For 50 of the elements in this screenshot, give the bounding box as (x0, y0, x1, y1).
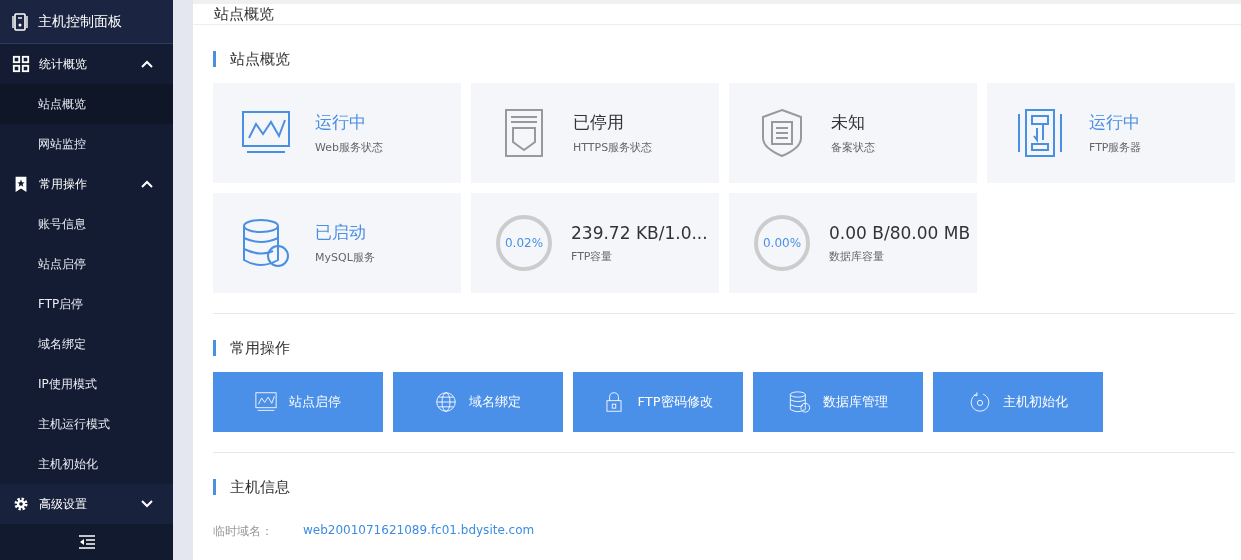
usage-ring (753, 214, 811, 272)
collapse-menu-icon[interactable] (77, 535, 96, 549)
menu-item[interactable]: IP使用模式 (0, 364, 173, 404)
menu-item[interactable]: 网站监控 (0, 124, 173, 164)
page-title: 站点概览 (193, 0, 1241, 25)
usage-ring (495, 214, 553, 272)
menu-group[interactable]: 统计概览 (0, 44, 173, 84)
status-value: 239.72 KB/1.0... (571, 222, 708, 243)
status-label: MySQL服务 (315, 250, 375, 265)
grid-icon (12, 55, 30, 73)
chevron-icon (141, 60, 153, 68)
status-label: HTTPS服务状态 (573, 140, 653, 155)
menu-item[interactable]: 主机运行模式 (0, 404, 173, 444)
status-value: 运行中 (315, 111, 367, 134)
section-title: 常用操作 (213, 340, 1235, 356)
usage-percent: 0.00% (762, 236, 802, 250)
server-transfer-icon (1015, 108, 1065, 158)
section-title: 站点概览 (213, 51, 1235, 67)
globe-icon (435, 391, 457, 413)
status-label: FTP容量 (571, 248, 614, 264)
section-title: 主机信息 (213, 479, 1235, 495)
chevron-icon (141, 500, 153, 508)
chart-monitor-icon (255, 391, 277, 413)
panel-title: 主机控制面板 (38, 12, 122, 31)
settings-icon (12, 495, 30, 513)
info-label: 临时域名： (213, 523, 274, 540)
status-label: FTP服务器 (1089, 140, 1142, 155)
menu-item[interactable]: 主机初始化 (0, 444, 173, 484)
status-label: 数据库容量 (829, 248, 885, 264)
menu-group[interactable]: 高级设置 (0, 484, 173, 524)
status-value: 未知 (831, 111, 866, 134)
status-value: 已停用 (573, 111, 625, 134)
menu-item[interactable]: 站点启停 (0, 244, 173, 284)
status-value: 已启动 (315, 221, 367, 244)
database-icon (241, 218, 291, 268)
domain-link[interactable]: web2001071621089.fc01.bdysite.com (303, 523, 535, 540)
chevron-icon (141, 180, 153, 188)
status-value: 运行中 (1089, 111, 1141, 134)
menu-item[interactable]: 站点概览 (0, 84, 173, 124)
status-label: 备案状态 (831, 140, 875, 155)
database-icon (788, 391, 811, 413)
reset-icon (968, 391, 991, 413)
status-value: 0.00 B/80.00 MB (829, 222, 971, 243)
status-label: Web服务状态 (315, 140, 383, 155)
menu-group[interactable]: 常用操作 (0, 164, 173, 204)
usage-percent: 0.02% (504, 236, 544, 250)
server-icon (12, 12, 28, 31)
menu-item[interactable]: 域名绑定 (0, 324, 173, 364)
menu-item[interactable]: 账号信息 (0, 204, 173, 244)
menu-item[interactable]: FTP启停 (0, 284, 173, 324)
